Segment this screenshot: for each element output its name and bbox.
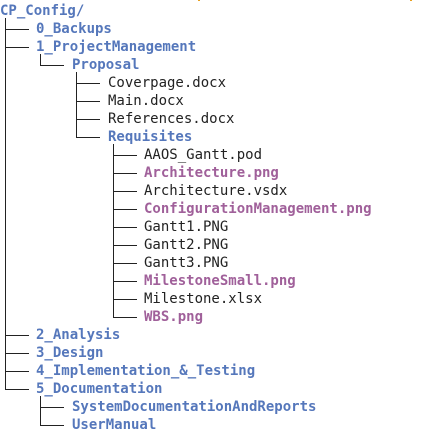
tree-connector-line (113, 263, 137, 264)
tree-item-label: Gantt1.PNG (144, 219, 229, 235)
tree-connector-line (113, 209, 114, 228)
tree-root-label: CP_Config/ (0, 3, 85, 19)
tree-connector-line (113, 155, 114, 174)
tree-item-label: References.docx (108, 111, 235, 127)
tree-connector-line (113, 191, 114, 210)
tree-connector-line (76, 83, 100, 84)
top-accent-mark (198, 0, 200, 1)
tree-item-file[interactable]: References.docx (0, 110, 425, 128)
tree-item-file[interactable]: Gantt3.PNG (0, 254, 425, 272)
tree-connector-line (76, 83, 77, 102)
tree-item-label: WBS.png (144, 309, 204, 325)
tree-item-label: Main.docx (108, 93, 184, 109)
tree-item-file[interactable]: Gantt2.PNG (0, 236, 425, 254)
tree-connector-line (113, 317, 137, 318)
tree-connector-line (40, 407, 64, 408)
tree-item-label: Coverpage.docx (108, 75, 227, 91)
tree-connector-line (76, 119, 100, 120)
tree-item-file[interactable]: Architecture.png (0, 164, 425, 182)
tree-connector-line (113, 281, 114, 300)
tree-connector-line (40, 407, 41, 426)
tree-item-file[interactable]: MilestoneSmall.png (0, 272, 425, 290)
tree-connector-line (113, 245, 137, 246)
tree-item-label: Requisites (108, 129, 193, 145)
tree-item-folder[interactable]: 4_Implementation_&_Testing (0, 362, 425, 380)
tree-item-label: Architecture.vsdx (144, 183, 288, 199)
tree-item-folder[interactable]: 3_Design (0, 344, 425, 362)
tree-connector-line (5, 47, 29, 48)
tree-item-file[interactable]: AAOS_Gantt.pod (0, 146, 425, 164)
tree-item-file[interactable]: Main.docx (0, 92, 425, 110)
tree-item-file[interactable]: WBS.png (0, 308, 425, 326)
tree-connector-line (113, 173, 114, 192)
tree-connector-line (40, 54, 41, 66)
top-accent-mark (410, 0, 412, 1)
tree-connector-line (76, 101, 100, 102)
tree-connector-line (5, 335, 6, 354)
tree-connector-line (40, 65, 64, 66)
directory-tree: CP_Config/ 0_Backups 1_ProjectManagement P… (0, 0, 425, 443)
tree-connector-line (113, 227, 114, 246)
tree-connector-line (113, 173, 137, 174)
tree-item-folder[interactable]: 0_Backups (0, 20, 425, 38)
tree-connector-line (113, 263, 114, 282)
tree-connector-line (113, 227, 137, 228)
tree-connector-line (5, 29, 29, 30)
tree-item-file[interactable]: Gantt1.PNG (0, 218, 425, 236)
tree-connector-line (113, 209, 137, 210)
tree-item-label: ConfigurationManagement.png (144, 201, 372, 217)
tree-item-label: Gantt3.PNG (144, 255, 229, 271)
tree-connector-line (113, 299, 137, 300)
tree-item-folder[interactable]: Requisites (0, 128, 425, 146)
tree-item-label: 5_Documentation (36, 381, 163, 397)
tree-connector-line (5, 389, 29, 390)
tree-connector-line (113, 191, 137, 192)
tree-item-label: 2_Analysis (36, 327, 121, 343)
tree-connector-line (5, 371, 29, 372)
tree-item-label: 4_Implementation_&_Testing (36, 363, 256, 379)
tree-connector-line (40, 425, 64, 426)
tree-item-folder[interactable]: 5_Documentation (0, 380, 425, 398)
tree-connector-line (5, 335, 29, 336)
tree-item-label: 1_ProjectManagement (36, 39, 197, 55)
tree-connector-line (113, 281, 137, 282)
tree-item-file[interactable]: Coverpage.docx (0, 74, 425, 92)
tree-connector-line (5, 353, 29, 354)
tree-item-folder[interactable]: 1_ProjectManagement (0, 38, 425, 56)
tree-connector-line (5, 47, 6, 336)
tree-connector-line (113, 299, 114, 318)
tree-connector-line (113, 155, 137, 156)
tree-item-file[interactable]: Architecture.vsdx (0, 182, 425, 200)
tree-item-label: Gantt2.PNG (144, 237, 229, 253)
tree-connector-line (76, 137, 100, 138)
tree-connector-line (76, 101, 77, 120)
tree-item-label: MilestoneSmall.png (144, 273, 296, 289)
tree-item-label: Architecture.png (144, 165, 279, 181)
tree-item-folder[interactable]: 2_Analysis (0, 326, 425, 344)
tree-item-label: 3_Design (36, 345, 104, 361)
tree-item-file[interactable]: ConfigurationManagement.png (0, 200, 425, 218)
tree-item-label: Milestone.xlsx (144, 291, 263, 307)
tree-connector-line (76, 119, 77, 138)
tree-item-label: 0_Backups (36, 21, 112, 37)
tree-connector-line (5, 371, 6, 390)
tree-connector-line (113, 245, 114, 264)
tree-item-label: AAOS_Gantt.pod (144, 147, 263, 163)
tree-item-label: UserManual (72, 417, 157, 433)
tree-item-file[interactable]: Milestone.xlsx (0, 290, 425, 308)
tree-item-label: Proposal (72, 57, 140, 73)
tree-item-label: SystemDocumentationAndReports (72, 399, 317, 415)
tree-connector-line (5, 353, 6, 372)
tree-connector-line (5, 29, 6, 48)
